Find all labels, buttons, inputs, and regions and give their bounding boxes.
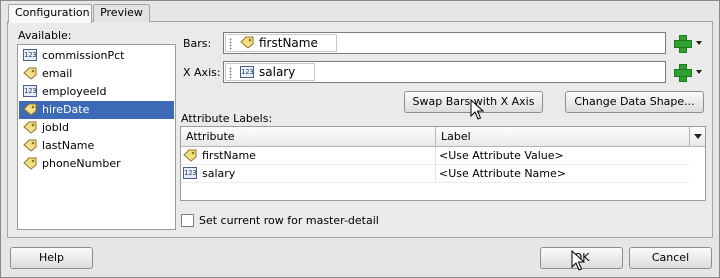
tab-configuration[interactable]: Configuration	[8, 4, 92, 23]
available-label: Available:	[18, 29, 72, 42]
list-item-label: email	[42, 67, 73, 80]
tag-icon	[183, 149, 197, 162]
add-xaxis-button[interactable]	[674, 62, 702, 82]
help-button[interactable]: Help	[10, 247, 93, 269]
list-item-label: hireDate	[42, 103, 90, 116]
mouse-cursor-icon	[470, 99, 484, 120]
xaxis-field[interactable]: 123 salary	[223, 61, 666, 83]
list-item[interactable]: jobId	[19, 119, 174, 137]
tab-configuration-label: Configuration	[15, 6, 90, 19]
plus-icon	[674, 35, 692, 53]
list-item-label: commissionPct	[42, 49, 125, 62]
list-item-label: employeeId	[42, 85, 107, 98]
bars-field[interactable]: firstName	[223, 32, 666, 54]
list-item-label: phoneNumber	[42, 157, 121, 170]
label-cell[interactable]: <Use Attribute Name>	[436, 165, 689, 183]
plus-icon	[674, 64, 692, 82]
list-item[interactable]: phoneNumber	[19, 155, 174, 173]
change-data-shape-button[interactable]: Change Data Shape...	[565, 91, 704, 113]
attribute-cell: salary	[202, 167, 236, 180]
tag-icon	[23, 157, 37, 170]
number-icon: 123	[183, 167, 197, 179]
drag-handle-icon[interactable]	[229, 67, 232, 79]
number-icon: 123	[23, 49, 37, 61]
attribute-labels-label: Attribute Labels:	[181, 112, 273, 125]
cancel-button[interactable]: Cancel	[629, 247, 712, 269]
table-row[interactable]: 123 salary	[181, 165, 436, 183]
add-bars-button[interactable]	[674, 33, 702, 53]
available-list[interactable]: 123 commissionPct email 123 employeeId hir…	[17, 44, 176, 230]
label-cell[interactable]: <Use Attribute Value>	[436, 147, 689, 165]
chevron-down-icon	[696, 41, 702, 45]
bars-label: Bars:	[183, 37, 212, 50]
list-item-label: jobId	[42, 121, 69, 134]
list-item[interactable]: 123 commissionPct	[19, 47, 174, 65]
column-header-label[interactable]: Label	[436, 127, 689, 147]
xaxis-chip[interactable]: 123 salary	[225, 63, 315, 81]
list-item[interactable]: lastName	[19, 137, 174, 155]
tag-icon	[23, 121, 37, 134]
master-detail-label: Set current row for master-detail	[199, 214, 379, 227]
list-item-selected[interactable]: hireDate	[19, 101, 174, 119]
mouse-cursor-icon	[571, 250, 585, 271]
attribute-labels-table: Attribute Label firstName <Use Attribute…	[180, 126, 706, 201]
drag-handle-icon[interactable]	[229, 38, 232, 50]
column-header-attribute[interactable]: Attribute	[181, 127, 436, 147]
attribute-cell: firstName	[202, 149, 256, 162]
list-item[interactable]: email	[19, 65, 174, 83]
number-icon: 123	[23, 85, 37, 97]
tag-icon	[23, 103, 37, 116]
bars-chip[interactable]: firstName	[225, 34, 337, 52]
tag-icon	[23, 139, 37, 152]
bars-value: firstName	[259, 36, 318, 50]
tag-icon	[23, 67, 37, 80]
xaxis-label: X Axis:	[183, 66, 221, 79]
column-menu-button[interactable]	[689, 127, 705, 147]
table-row[interactable]: firstName	[181, 147, 436, 165]
tag-icon	[240, 36, 254, 49]
tab-preview-label: Preview	[100, 6, 143, 19]
chevron-down-icon	[696, 70, 702, 74]
master-detail-checkbox[interactable]	[181, 214, 194, 227]
list-item-label: lastName	[42, 139, 95, 152]
number-icon: 123	[240, 65, 254, 78]
tab-preview[interactable]: Preview	[93, 4, 150, 22]
xaxis-value: salary	[259, 65, 296, 79]
list-item[interactable]: 123 employeeId	[19, 83, 174, 101]
